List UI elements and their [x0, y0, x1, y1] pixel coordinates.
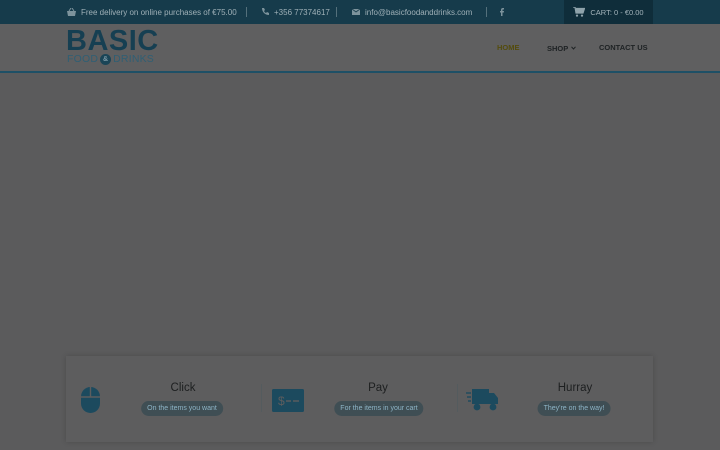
- divider: [246, 7, 247, 17]
- logo-ampersand: &: [100, 54, 112, 65]
- phone-link[interactable]: +356 77374617: [261, 0, 330, 24]
- envelope-icon: [352, 9, 360, 15]
- email-address: info@basicfoodanddrinks.com: [365, 7, 473, 17]
- cart-summary: CART: 0 - €0.00: [590, 7, 644, 17]
- step-hurray: Hurray They're on the way!: [458, 356, 653, 442]
- basket-icon: [67, 8, 76, 16]
- site-logo[interactable]: BASIC FOOD & DRINKS: [66, 25, 170, 67]
- logo-food: FOOD: [67, 53, 99, 66]
- step-title: Click: [170, 382, 196, 394]
- svg-text:$: $: [278, 394, 285, 408]
- top-bar: Free delivery on online purchases of €75…: [0, 0, 720, 24]
- delivery-truck-icon: [466, 387, 500, 418]
- step-pay: $ Pay For the items in your cart: [262, 356, 457, 442]
- logo-wordmark: BASIC: [66, 25, 159, 57]
- mouse-icon: [80, 386, 101, 419]
- phone-number: +356 77374617: [274, 7, 330, 17]
- shopping-cart-icon: [573, 7, 586, 17]
- delivery-info: Free delivery on online purchases of €75…: [67, 0, 237, 24]
- step-click: Click On the items you want: [66, 356, 261, 442]
- step-caption: They're on the way!: [537, 401, 611, 416]
- header-border: [0, 71, 720, 73]
- divider: [486, 7, 487, 17]
- step-title: Pay: [368, 382, 388, 394]
- step-title: Hurray: [557, 382, 593, 394]
- chevron-down-icon: [571, 43, 577, 52]
- delivery-text: Free delivery on online purchases of €75…: [81, 7, 237, 17]
- logo-tagline: FOOD & DRINKS: [67, 54, 154, 65]
- cheque-icon: $: [272, 389, 304, 417]
- cart-button[interactable]: CART: 0 - €0.00: [564, 0, 653, 24]
- logo-drinks: DRINKS: [113, 53, 155, 66]
- nav-contact[interactable]: CONTACT US: [599, 43, 648, 52]
- nav-shop-label: SHOP: [547, 44, 569, 53]
- email-link[interactable]: info@basicfoodanddrinks.com: [352, 0, 472, 24]
- facebook-link[interactable]: [500, 0, 504, 24]
- facebook-icon: [500, 8, 504, 16]
- nav-shop[interactable]: SHOP: [547, 43, 577, 53]
- nav-home[interactable]: HOME: [497, 43, 520, 52]
- divider: [336, 7, 337, 17]
- how-it-works-panel: Click On the items you want $ Pay For th…: [66, 356, 653, 442]
- step-caption: For the items in your cart: [334, 401, 424, 416]
- step-caption: On the items you want: [141, 401, 223, 416]
- phone-icon: [261, 8, 269, 16]
